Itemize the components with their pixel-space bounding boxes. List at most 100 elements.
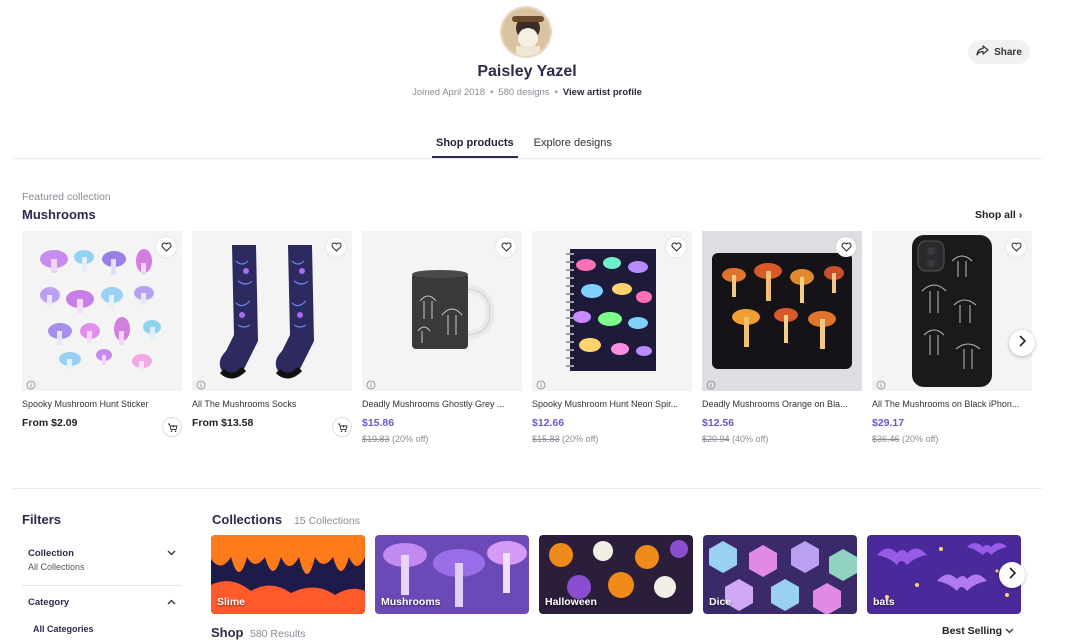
- product-name[interactable]: Deadly Mushrooms Orange on Bla...: [702, 399, 860, 409]
- joined-date: Joined April 2018: [412, 87, 485, 98]
- original-price: $15.83: [532, 434, 560, 444]
- featured-collection-label: Featured collection: [22, 191, 111, 203]
- chevron-down-icon: [1005, 625, 1014, 637]
- collection-label: Halloween: [545, 596, 597, 608]
- product-image[interactable]: [22, 231, 182, 391]
- product-price: $12.66: [532, 417, 565, 429]
- chevron-right-icon: [1018, 334, 1027, 352]
- product-name[interactable]: All The Mushrooms on Black iPhon...: [872, 399, 1030, 409]
- product-old-price: $19.83 (20% off): [362, 434, 522, 444]
- chevron-down-icon: [167, 548, 176, 559]
- share-label: Share: [994, 46, 1022, 58]
- product-card[interactable]: All The Mushrooms Socks From $13.58: [192, 231, 352, 437]
- view-artist-profile-link[interactable]: View artist profile: [563, 87, 642, 98]
- tab-shop-products[interactable]: Shop products: [432, 137, 518, 158]
- favorite-heart-icon[interactable]: [326, 237, 346, 257]
- product-card[interactable]: All The Mushrooms on Black iPhon... $29.…: [872, 231, 1032, 444]
- filter-collection[interactable]: Collection All Collections: [22, 548, 182, 572]
- product-price: From $13.58: [192, 417, 254, 429]
- original-price: $36.46: [872, 434, 900, 444]
- collection-label: bats: [873, 596, 895, 608]
- product-card[interactable]: Spooky Mushroom Hunt Neon Spir... $12.66…: [532, 231, 692, 444]
- filter-collection-value: All Collections: [28, 562, 85, 572]
- collection-tile-slime[interactable]: Slime: [211, 535, 365, 614]
- product-image[interactable]: [872, 231, 1032, 391]
- share-button[interactable]: Share: [968, 40, 1030, 64]
- chevron-up-icon: [167, 597, 176, 608]
- featured-collection-title: Mushrooms: [22, 207, 96, 222]
- product-old-price: $36.46 (20% off): [872, 434, 1032, 444]
- favorite-heart-icon[interactable]: [1006, 237, 1026, 257]
- collection-tile-bats[interactable]: bats: [867, 535, 1021, 614]
- favorite-heart-icon[interactable]: [836, 237, 856, 257]
- product-name[interactable]: Deadly Mushrooms Ghostly Grey ...: [362, 399, 520, 409]
- product-card[interactable]: Spooky Mushroom Hunt Sticker From $2.09: [22, 231, 182, 437]
- favorite-heart-icon[interactable]: [666, 237, 686, 257]
- product-card[interactable]: Deadly Mushrooms Ghostly Grey ... $15.86…: [362, 231, 522, 444]
- collection-tile-dice[interactable]: Dice: [703, 535, 857, 614]
- favorite-heart-icon[interactable]: [496, 237, 516, 257]
- collections-next-button[interactable]: [999, 562, 1025, 588]
- product-name[interactable]: All The Mushrooms Socks: [192, 399, 350, 409]
- artist-name: Paisley Yazel: [477, 63, 577, 80]
- design-count: 580 designs: [498, 87, 550, 98]
- add-to-cart-icon[interactable]: [162, 417, 182, 437]
- product-name[interactable]: Spooky Mushroom Hunt Neon Spir...: [532, 399, 690, 409]
- product-old-price: $20.94 (40% off): [702, 434, 862, 444]
- share-icon: [976, 45, 989, 59]
- collection-label: Mushrooms: [381, 596, 441, 608]
- favorite-heart-icon[interactable]: [156, 237, 176, 257]
- product-price: $29.17: [872, 417, 905, 429]
- collection-label: Slime: [217, 596, 246, 608]
- add-to-cart-icon[interactable]: [332, 417, 352, 437]
- collection-tile-halloween[interactable]: Halloween: [539, 535, 693, 614]
- product-old-price: $15.83 (20% off): [532, 434, 692, 444]
- original-price: $19.83: [362, 434, 390, 444]
- discount-label: (20% off): [392, 434, 429, 444]
- shop-title: Shop: [211, 625, 244, 640]
- shop-results-count: 580 Results: [250, 628, 306, 640]
- product-price: $12.56: [702, 417, 735, 429]
- chevron-right-icon: [1008, 566, 1017, 584]
- discount-label: (20% off): [902, 434, 939, 444]
- info-icon[interactable]: [196, 377, 206, 390]
- artist-avatar[interactable]: [500, 6, 552, 58]
- collections-title: Collections: [212, 512, 283, 527]
- product-name[interactable]: Spooky Mushroom Hunt Sticker: [22, 399, 180, 409]
- info-icon[interactable]: [536, 377, 546, 390]
- shop-all-label: Shop all: [975, 209, 1016, 221]
- filters-title: Filters: [22, 512, 62, 527]
- sort-dropdown[interactable]: Best Selling: [942, 625, 1014, 637]
- profile-tabs: Shop products Explore designs: [432, 137, 612, 158]
- filter-collection-header[interactable]: Collection: [22, 548, 182, 559]
- filter-category-label: Category: [28, 597, 70, 608]
- product-image[interactable]: [532, 231, 692, 391]
- product-image[interactable]: [192, 231, 352, 391]
- section-divider: [12, 488, 1042, 489]
- collection-tile-mushrooms[interactable]: Mushrooms: [375, 535, 529, 614]
- info-icon[interactable]: [876, 377, 886, 390]
- sort-label: Best Selling: [942, 625, 1003, 637]
- chevron-right-icon: ›: [1018, 209, 1023, 221]
- filter-collection-label: Collection: [28, 548, 74, 559]
- filter-category-header[interactable]: Category: [22, 597, 182, 608]
- filter-divider: [22, 585, 182, 586]
- product-image[interactable]: [702, 231, 862, 391]
- collections-count: 15 Collections: [294, 515, 360, 527]
- carousel-next-button[interactable]: [1009, 330, 1035, 356]
- product-card[interactable]: Deadly Mushrooms Orange on Bla... $12.56…: [702, 231, 862, 444]
- info-icon[interactable]: [706, 377, 716, 390]
- shop-all-link[interactable]: Shop all ›: [975, 209, 1022, 221]
- filter-category[interactable]: Category All Categories: [22, 597, 182, 634]
- filter-category-value[interactable]: All Categories: [22, 608, 182, 634]
- original-price: $20.94: [702, 434, 730, 444]
- product-image[interactable]: [362, 231, 522, 391]
- tabs-divider: [12, 158, 1042, 159]
- collection-label: Dice: [709, 596, 732, 608]
- tab-explore-designs[interactable]: Explore designs: [534, 137, 612, 158]
- info-icon[interactable]: [366, 377, 376, 390]
- discount-label: (20% off): [562, 434, 599, 444]
- info-icon[interactable]: [26, 377, 36, 390]
- product-price: From $2.09: [22, 417, 78, 429]
- discount-label: (40% off): [732, 434, 769, 444]
